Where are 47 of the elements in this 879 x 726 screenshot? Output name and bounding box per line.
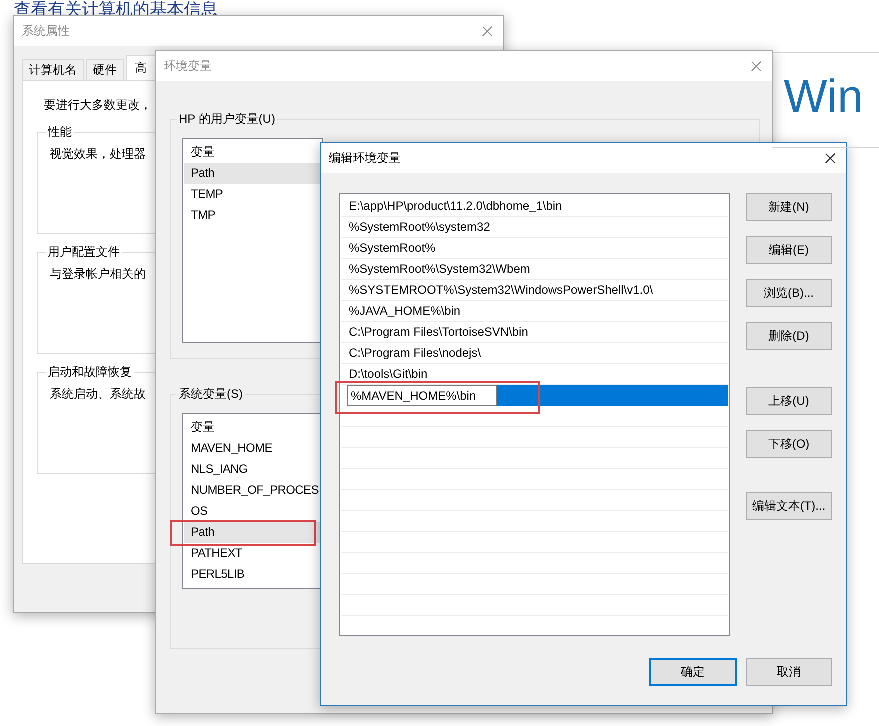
list-item[interactable]: %SYSTEMROOT%\System32\WindowsPowerShell\v1.0\ [341,280,728,301]
list-item[interactable]: Path [184,522,322,543]
group-title: 系统变量(S) [177,387,245,401]
intro-text: 要进行大多数更改， [44,97,152,114]
group-title: 性能 [46,125,74,139]
list-item[interactable]: MAVEN_HOME [184,438,322,459]
close-icon[interactable] [825,152,836,164]
input-field[interactable]: %MAVEN_HOME%\bin [347,385,497,406]
window-title: 系统属性 [22,22,70,40]
button[interactable]: 确定 [649,658,737,686]
button[interactable]: 上移(U) [746,387,832,415]
list-item[interactable]: PATHEXT [184,543,322,564]
list-item[interactable]: %JAVA_HOME%\bin [341,301,728,322]
column-header: 变量 [190,419,216,436]
button[interactable]: 删除(D) [746,322,832,350]
list-item[interactable]: %SystemRoot%\System32\Wbem [341,259,728,280]
list-item[interactable]: TMP [184,205,322,226]
list-item[interactable]: C:\Program Files\nodejs\ [341,343,728,364]
button[interactable]: 新建(N) [746,193,832,221]
list-item[interactable]: C:\Program Files\TortoiseSVN\bin [341,322,728,343]
list-item[interactable]: Path [184,163,322,184]
group-text: 与登录帐户相关的 [50,267,146,281]
list-item[interactable]: NLS_IANG [184,459,322,480]
column-header: 变量 [190,144,216,161]
button[interactable]: 取消 [746,658,832,686]
tab[interactable]: 高 [126,55,156,80]
list-item[interactable]: NUMBER_OF_PROCES [184,480,322,501]
list-item[interactable]: TEMP [184,184,322,205]
tab[interactable]: 计算机名 [22,59,84,80]
group-title: HP 的用户变量(U) [177,112,278,126]
brand-title: Win [784,69,864,124]
window-title: 环境变量 [164,58,212,74]
list-item[interactable]: OS [184,501,322,522]
group-text: 视觉效果，处理器 [50,147,146,161]
button[interactable]: 编辑(E) [746,236,832,264]
button[interactable]: 编辑文本(T)... [746,492,832,520]
list-item[interactable]: PERL5LIB [184,564,322,585]
group-title: 启动和故障恢复 [46,365,134,379]
group-text: 系统启动、系统故 [50,387,146,401]
button[interactable]: 下移(O) [746,430,832,458]
list-item[interactable]: %SystemRoot% [341,238,728,259]
tab[interactable]: 硬件 [86,59,124,80]
group-title: 用户配置文件 [46,245,122,259]
window-title: 编辑环境变量 [329,150,401,166]
button[interactable]: 浏览(B)... [746,279,832,307]
list-item[interactable]: E:\app\HP\product\11.2.0\dbhome_1\bin [341,196,728,217]
list-item[interactable]: %SystemRoot%\system32 [341,217,728,238]
